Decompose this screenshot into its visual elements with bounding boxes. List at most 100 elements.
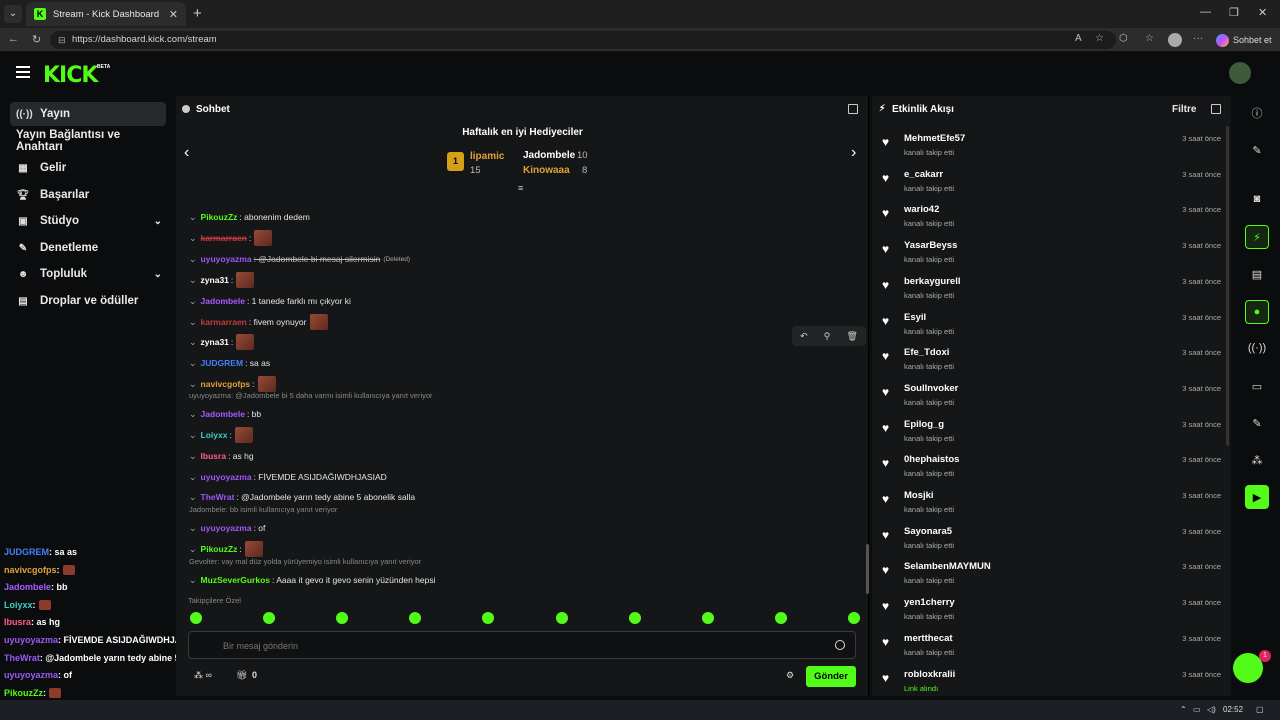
quick-emote-icon[interactable] [774, 612, 787, 624]
activity-event[interactable]: ♥ mertthecat kanalı takip etti 3 saat önce [882, 626, 1221, 662]
chat-username[interactable]: Ibusra [201, 451, 227, 461]
favorites-bar-icon[interactable]: ☆ [1145, 33, 1154, 44]
back-icon[interactable]: ← [8, 33, 19, 45]
chat-input[interactable]: Bir mesaj gönderin [188, 631, 856, 659]
event-user[interactable]: wario42 [904, 204, 939, 215]
chat-message[interactable]: ⌄ zyna31: [189, 272, 255, 288]
activity-event[interactable]: ♥ robloxkralii Link alındı 3 saat önce [882, 662, 1221, 697]
reply-icon[interactable]: ↶ [800, 331, 808, 342]
volume-icon[interactable]: ◁) [1207, 705, 1216, 714]
chat-username[interactable]: JUDGREM [201, 358, 244, 368]
info-icon[interactable]: ⓘ [1245, 101, 1269, 125]
event-user[interactable]: YasarBeyss [904, 240, 957, 251]
quick-emote-icon[interactable] [628, 612, 641, 624]
chevron-down-icon[interactable]: ⌄ [189, 317, 197, 328]
chevron-down-icon[interactable]: ⌄ [189, 523, 197, 534]
sidebar-item-studyo[interactable]: ▣ Stüdyo ⌄ [10, 209, 166, 233]
chevron-down-icon[interactable]: ⌄ [189, 430, 197, 441]
activity-event[interactable]: ♥ SelambenMAYMUN kanalı takip etti 3 saat ö… [882, 554, 1221, 590]
reload-icon[interactable]: ↻ [32, 33, 41, 46]
browser-tab[interactable]: K Stream - Kick Dashboard ✕ [26, 2, 186, 26]
url-field[interactable]: ⊟ https://dashboard.kick.com/stream [50, 31, 1116, 49]
close-tab-icon[interactable]: ✕ [169, 8, 178, 21]
chat-username[interactable]: navivcgofps [201, 379, 251, 389]
more-options-icon[interactable]: ··· [1193, 33, 1203, 44]
chat-message[interactable]: ⌄ navivcgofps: [189, 376, 276, 392]
chat-username[interactable]: PikouzZz [201, 544, 238, 554]
sidebar-item-basarilar[interactable]: 🏆︎ Başarılar [10, 183, 166, 207]
event-user[interactable]: 0hephaistos [904, 454, 959, 465]
delete-icon[interactable]: 🗑︎ [846, 331, 857, 342]
activity-event[interactable]: ♥ Sayonara5 kanalı takip etti 3 saat önce [882, 519, 1221, 555]
activity-event[interactable]: ♥ 0hephaistos kanalı takip etti 3 saat önce [882, 447, 1221, 483]
event-user[interactable]: SoulInvoker [904, 383, 958, 394]
event-user[interactable]: Esyil [904, 312, 926, 323]
chevron-down-icon[interactable]: ⌄ [189, 379, 197, 390]
activity-event[interactable]: ♥ wario42 kanalı takip etti 3 saat önce [882, 197, 1221, 233]
chat-message[interactable]: ⌄ TheWrat: @Jadombele yarın tedy abine 5 … [189, 489, 415, 505]
chat-username[interactable]: TheWrat [201, 492, 235, 502]
chat-username[interactable]: MuzSeverGurkos [201, 575, 270, 585]
chevron-down-icon[interactable]: ⌄ [189, 337, 197, 348]
sidebar-item-topluluk[interactable]: ☻ Topluluk ⌄ [10, 262, 166, 286]
activity-event[interactable]: ♥ e_cakarr kanalı takip etti 3 saat önce [882, 162, 1221, 198]
popout-icon[interactable] [848, 104, 858, 114]
site-info-icon[interactable]: ⊟ [58, 31, 66, 49]
activity-event[interactable]: ♥ berkaygurell kanalı takip etti 3 saat önc… [882, 269, 1221, 305]
gifter-name[interactable]: lipamic [470, 151, 504, 162]
activity-event[interactable]: ♥ yen1cherry kanalı takip etti 3 saat önce [882, 590, 1221, 626]
chevron-down-icon[interactable]: ⌄ [189, 275, 197, 286]
sidebar-item-stream-key[interactable]: Yayın Bağlantısı ve Anahtarı [10, 129, 166, 153]
chat-message[interactable]: ⌄ uyuyoyazma: of [189, 520, 265, 536]
event-user[interactable]: Sayonara5 [904, 526, 952, 537]
quick-emote-icon[interactable] [482, 612, 495, 624]
chat-scrollbar[interactable] [866, 544, 869, 594]
activity-event[interactable]: ♥ Efe_Tdoxi kanalı takip etti 3 saat önce [882, 340, 1221, 376]
edit-icon[interactable]: ✎ [1245, 138, 1269, 162]
favorite-icon[interactable]: ☆ [1095, 33, 1104, 44]
chat-username[interactable]: PikouzZz [201, 212, 238, 222]
chat-username[interactable]: uyuyoyazma [201, 523, 252, 533]
chat-message[interactable]: ⌄ uyuyoyazma: FİVEMDE ASIJDAĞIWDHJASIAD [189, 469, 387, 485]
chat-message[interactable]: ⌄ Ibusra: as hg [189, 448, 254, 464]
quick-emote-icon[interactable] [263, 612, 276, 624]
chevron-down-icon[interactable]: ⌄ [189, 296, 197, 307]
chevron-down-icon[interactable]: ⌄ [189, 544, 197, 555]
chat-username[interactable]: karmarraen [201, 233, 247, 243]
layers-icon[interactable]: ▭ [1245, 374, 1269, 398]
quick-emote-icon[interactable] [190, 612, 202, 624]
chat-toggle-icon[interactable]: ● [1245, 300, 1269, 324]
broadcast-icon[interactable]: ((·)) [1245, 336, 1269, 360]
gifter-name[interactable]: Kinowaaa [523, 165, 570, 176]
event-user[interactable]: berkaygurell [904, 276, 961, 287]
chevron-down-icon[interactable]: ⌄ [189, 409, 197, 420]
sidebar-item-yayin[interactable]: ((·)) Yayın [10, 102, 166, 126]
event-user[interactable]: mertthecat [904, 633, 953, 644]
extensions-icon[interactable]: ⬡ [1119, 33, 1128, 44]
chevron-down-icon[interactable]: ⌄ [189, 451, 197, 462]
gift-icon[interactable]: 🎁︎ [236, 670, 247, 681]
chevron-down-icon[interactable]: ⌄ [189, 212, 197, 223]
user-avatar[interactable] [1229, 62, 1251, 84]
chevron-right-icon[interactable]: › [851, 144, 856, 162]
chat-username[interactable]: Jadombele [201, 409, 245, 419]
profile-avatar[interactable] [1168, 33, 1182, 47]
wrench-icon[interactable]: ✎ [1245, 411, 1269, 435]
minimize-icon[interactable]: — [1200, 6, 1211, 18]
notes-icon[interactable]: ▤ [1245, 262, 1269, 286]
event-user[interactable]: SelambenMAYMUN [904, 561, 991, 572]
support-button[interactable]: 1 [1233, 650, 1271, 683]
event-user[interactable]: Efe_Tdoxi [904, 347, 949, 358]
chat-username[interactable]: karmarraen [201, 317, 247, 327]
quick-emote-icon[interactable] [701, 612, 714, 624]
tray-chevron-icon[interactable]: ⌃ [1180, 705, 1187, 714]
pin-icon[interactable]: ⚲ [824, 331, 831, 342]
window-close-icon[interactable]: ✕ [1258, 6, 1267, 19]
chevron-down-icon[interactable]: ⌄ [189, 575, 197, 586]
activity-feed-icon[interactable]: ⚡︎ [1245, 225, 1269, 249]
activity-event[interactable]: ♥ Esyil kanalı takip etti 3 saat önce [882, 305, 1221, 341]
popout-icon[interactable] [1211, 104, 1221, 114]
chat-message[interactable]: ⌄ Jadombele: 1 tanede farklı mı çıkyor ki [189, 293, 351, 309]
sidebar-item-denetleme[interactable]: ✎ Denetleme [10, 236, 166, 260]
event-user[interactable]: MehmetEfe57 [904, 133, 965, 144]
